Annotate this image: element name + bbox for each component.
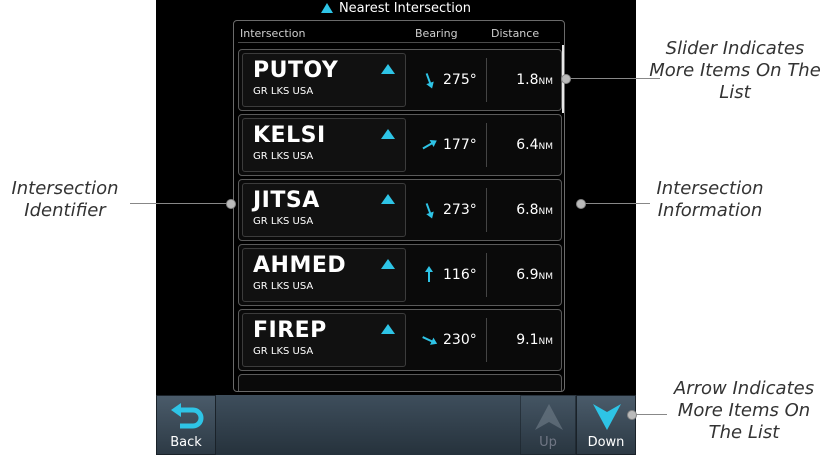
- callout-identifier: Intersection Identifier: [11, 178, 119, 221]
- distance-number: 6.4: [516, 137, 539, 153]
- column-divider: [486, 123, 487, 167]
- bearing-arrow-icon: [422, 140, 437, 150]
- bearing-arrow-icon: [422, 336, 438, 345]
- intersection-identifier: AHMED: [253, 253, 347, 278]
- list-item[interactable]: JITSA GR LKS USA 273° 6.8NM: [238, 179, 562, 241]
- up-button[interactable]: Up: [520, 395, 576, 455]
- identifier-button[interactable]: AHMED GR LKS USA: [242, 248, 406, 302]
- intersection-identifier: FIREP: [253, 318, 327, 343]
- intersection-identifier: KELSI: [253, 123, 326, 148]
- distance-unit: NM: [538, 337, 554, 347]
- column-header-intersection: Intersection: [240, 27, 306, 40]
- title-triangle-icon: [320, 3, 333, 13]
- bearing-arrow-icon: [425, 266, 433, 282]
- identifier-button[interactable]: FIREP GR LKS USA: [242, 313, 406, 367]
- column-divider: [486, 253, 487, 297]
- callout-identifier-line: [130, 203, 230, 204]
- bearing-value: 275°: [443, 72, 477, 88]
- bearing-value: 116°: [443, 267, 477, 283]
- identifier-button[interactable]: KELSI GR LKS USA: [242, 118, 406, 172]
- page-title: Nearest Intersection: [156, 0, 636, 20]
- intersection-list: Intersection Bearing Distance PUTOY GR L…: [233, 20, 565, 392]
- distance-number: 1.8: [516, 72, 539, 88]
- distance-value: 6.4NM: [497, 137, 553, 155]
- nearest-intersection-screen: Nearest Intersection Intersection Bearin…: [156, 0, 636, 455]
- back-button[interactable]: Back: [156, 395, 216, 455]
- identifier-button[interactable]: JITSA GR LKS USA: [242, 183, 406, 237]
- column-divider: [486, 318, 487, 362]
- up-arrow-icon: [535, 404, 563, 430]
- distance-unit: NM: [538, 207, 554, 217]
- distance-unit: NM: [538, 272, 554, 282]
- intersection-symbol-icon: [381, 259, 395, 269]
- back-arrow-icon: [171, 403, 204, 429]
- intersection-region: GR LKS USA: [253, 151, 314, 162]
- list-item[interactable]: FIREP GR LKS USA 230° 9.1NM: [238, 309, 562, 371]
- intersection-region: GR LKS USA: [253, 86, 314, 97]
- intersection-symbol-icon: [381, 194, 395, 204]
- list-item-partial[interactable]: [238, 374, 562, 391]
- column-divider: [486, 188, 487, 232]
- callout-identifier-dot: [226, 199, 236, 209]
- page-title-text: Nearest Intersection: [338, 1, 472, 16]
- column-header-distance: Distance: [491, 27, 540, 40]
- identifier-button[interactable]: PUTOY GR LKS USA: [242, 53, 406, 107]
- distance-number: 6.8: [516, 202, 539, 218]
- intersection-symbol-icon: [381, 64, 395, 74]
- callout-slider-line: [565, 78, 660, 79]
- callout-arrow-dot: [627, 410, 637, 420]
- distance-value: 1.8NM: [497, 72, 553, 90]
- up-button-label: Up: [539, 435, 557, 450]
- callout-information-line: [580, 203, 650, 204]
- intersection-region: GR LKS USA: [253, 216, 314, 227]
- list-item[interactable]: AHMED GR LKS USA 116° 6.9NM: [238, 244, 562, 306]
- intersection-identifier: PUTOY: [253, 58, 339, 83]
- distance-number: 9.1: [516, 332, 539, 348]
- distance-value: 9.1NM: [497, 332, 553, 350]
- column-header-bearing: Bearing: [415, 27, 458, 40]
- bearing-value: 273°: [443, 202, 477, 218]
- intersection-region: GR LKS USA: [253, 346, 314, 357]
- distance-number: 6.9: [516, 267, 539, 283]
- down-arrow-icon: [593, 404, 621, 430]
- distance-value: 6.8NM: [497, 202, 553, 220]
- column-divider: [486, 58, 487, 102]
- down-button-label: Down: [587, 435, 625, 450]
- distance-unit: NM: [538, 77, 554, 87]
- callout-slider: Slider Indicates More Items On The List: [649, 38, 821, 103]
- callout-arrow: Arrow Indicates More Items On The List: [673, 378, 815, 443]
- callout-information-dot: [576, 199, 586, 209]
- distance-value: 6.9NM: [497, 267, 553, 285]
- bearing-arrow-icon: [425, 73, 434, 89]
- bearing-value: 230°: [443, 332, 477, 348]
- intersection-identifier: JITSA: [253, 188, 320, 213]
- callout-slider-dot: [561, 74, 571, 84]
- distance-unit: NM: [538, 142, 554, 152]
- intersection-symbol-icon: [381, 324, 395, 334]
- list-item[interactable]: KELSI GR LKS USA 177° 6.4NM: [238, 114, 562, 176]
- bottom-button-bar: Back Up Down: [156, 395, 636, 455]
- callout-information: Intersection Information: [656, 178, 764, 221]
- intersection-region: GR LKS USA: [253, 281, 314, 292]
- bearing-value: 177°: [443, 137, 477, 153]
- intersection-symbol-icon: [381, 129, 395, 139]
- list-item[interactable]: PUTOY GR LKS USA 275° 1.8NM: [238, 49, 562, 111]
- header-divider: [238, 42, 560, 43]
- back-button-label: Back: [170, 435, 202, 450]
- down-button[interactable]: Down: [576, 395, 636, 455]
- bearing-arrow-icon: [425, 203, 434, 219]
